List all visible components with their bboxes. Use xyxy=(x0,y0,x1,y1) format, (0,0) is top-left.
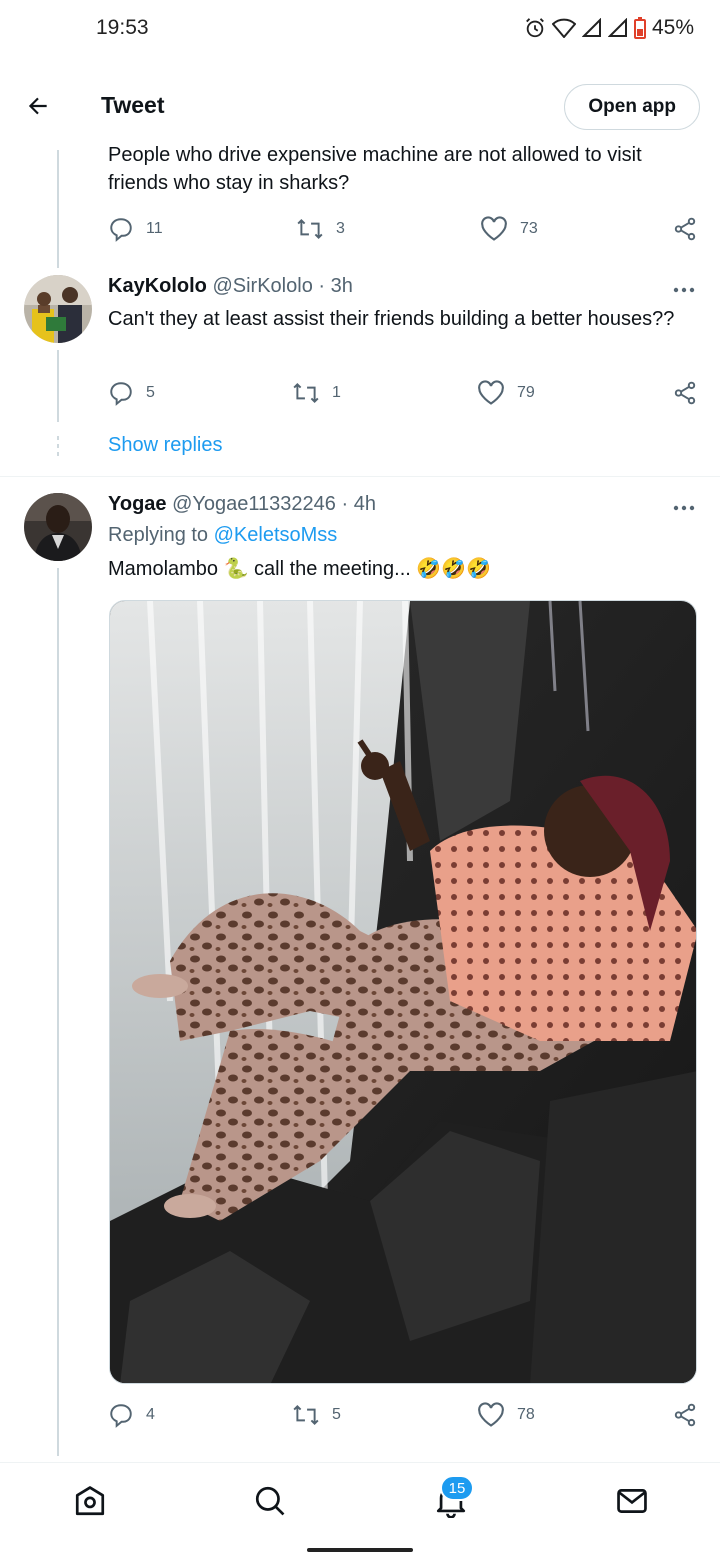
share-button[interactable] xyxy=(672,380,698,406)
display-name[interactable]: Yogae xyxy=(108,493,167,515)
battery-percent: 45% xyxy=(651,16,694,39)
tweet-actions: 4 5 78 xyxy=(108,1402,700,1430)
search-icon xyxy=(255,1486,285,1516)
retweet-count: 1 xyxy=(332,384,341,401)
avatar[interactable] xyxy=(24,275,92,343)
replying-to-handle[interactable]: @KeletsoMss xyxy=(214,524,338,546)
reply-icon xyxy=(110,218,132,242)
like-count: 78 xyxy=(517,1406,535,1423)
thread-line xyxy=(57,350,59,422)
bottom-nav: 15 xyxy=(0,1462,720,1538)
tweet-text: Mamolambo 🐍 call the meeting... 🤣🤣🤣 xyxy=(108,558,492,580)
retweet-icon xyxy=(293,1405,319,1425)
tweet-image[interactable] xyxy=(109,600,697,1384)
share-icon xyxy=(674,217,696,241)
share-icon xyxy=(674,381,696,405)
reply-icon xyxy=(110,1404,132,1428)
share-button[interactable] xyxy=(672,1402,698,1428)
like-count: 79 xyxy=(517,384,535,401)
tweet-actions: 11 3 73 xyxy=(108,216,700,244)
nav-home[interactable] xyxy=(70,1481,110,1521)
open-app-button[interactable]: Open app xyxy=(564,84,700,130)
retweet-count: 5 xyxy=(332,1406,341,1423)
waterfall-photo xyxy=(110,601,696,1383)
gesture-bar xyxy=(0,1538,720,1560)
messages-icon xyxy=(617,1489,647,1513)
tweet-actions: 5 1 79 xyxy=(108,380,700,408)
like-button[interactable]: 79 xyxy=(477,380,535,406)
signal-icon xyxy=(607,18,628,38)
heart-icon xyxy=(478,380,504,405)
home-indicator[interactable] xyxy=(307,1548,413,1552)
nav-search[interactable] xyxy=(250,1481,290,1521)
divider xyxy=(0,476,720,477)
notifications-badge: 15 xyxy=(440,1475,474,1501)
heart-icon xyxy=(481,216,507,241)
retweet-icon xyxy=(293,383,319,403)
like-button[interactable]: 78 xyxy=(477,1402,535,1428)
reply-count: 11 xyxy=(146,220,163,237)
reply-icon xyxy=(110,382,132,406)
like-count: 73 xyxy=(520,220,538,237)
tweet-text: People who drive expensive machine are n… xyxy=(108,144,642,194)
user-handle[interactable]: @SirKololo xyxy=(212,275,312,297)
reply-count: 4 xyxy=(146,1406,155,1423)
dot-separator: · xyxy=(318,275,326,297)
status-bar: 19:53 45% xyxy=(0,0,720,60)
signal-icon xyxy=(581,18,602,38)
reply-count: 5 xyxy=(146,384,155,401)
share-icon xyxy=(674,1403,696,1427)
replying-to: Replying to @KeletsoMss xyxy=(108,524,337,547)
display-name[interactable]: KayKololo xyxy=(108,275,207,297)
reply-button[interactable]: 5 xyxy=(108,380,155,406)
thread-line xyxy=(57,150,59,268)
thread-line xyxy=(57,568,59,1456)
tweet-header: KayKololo @SirKololo · 3h xyxy=(108,275,353,298)
home-icon xyxy=(75,1486,105,1516)
tweet-text: Can't they at least assist their friends… xyxy=(108,308,675,330)
status-icons: 45% xyxy=(524,16,694,40)
heart-icon xyxy=(478,1402,504,1427)
status-time: 19:53 xyxy=(96,16,149,39)
retweet-button[interactable]: 3 xyxy=(296,216,345,242)
top-header: Tweet Open app xyxy=(0,72,720,140)
back-button[interactable] xyxy=(20,88,56,124)
like-button[interactable]: 73 xyxy=(480,216,538,242)
nav-messages[interactable] xyxy=(612,1481,652,1521)
retweet-icon xyxy=(297,219,323,239)
wifi-icon xyxy=(551,18,576,38)
retweet-button[interactable]: 1 xyxy=(292,380,341,406)
arrow-left-icon xyxy=(28,97,47,115)
tweet-header: Yogae @Yogae11332246 · 4h xyxy=(108,493,376,516)
thread-line xyxy=(57,436,59,460)
tweet-time: 4h xyxy=(353,493,376,515)
user-handle[interactable]: @Yogae11332246 xyxy=(172,493,336,515)
reply-button[interactable]: 11 xyxy=(108,216,163,242)
reply-button[interactable]: 4 xyxy=(108,1402,155,1428)
more-icon[interactable] xyxy=(672,286,696,294)
battery-icon xyxy=(633,17,646,39)
more-icon[interactable] xyxy=(672,504,696,512)
show-replies-link[interactable]: Show replies xyxy=(108,434,223,457)
page-title: Tweet xyxy=(101,92,165,118)
replying-to-label: Replying to xyxy=(108,524,209,546)
retweet-button[interactable]: 5 xyxy=(292,1402,341,1428)
share-button[interactable] xyxy=(672,216,698,242)
avatar[interactable] xyxy=(24,493,92,561)
retweet-count: 3 xyxy=(336,220,345,237)
tweet-time: 3h xyxy=(330,275,353,297)
dot-separator: · xyxy=(341,493,349,515)
alarm-icon xyxy=(524,17,546,39)
